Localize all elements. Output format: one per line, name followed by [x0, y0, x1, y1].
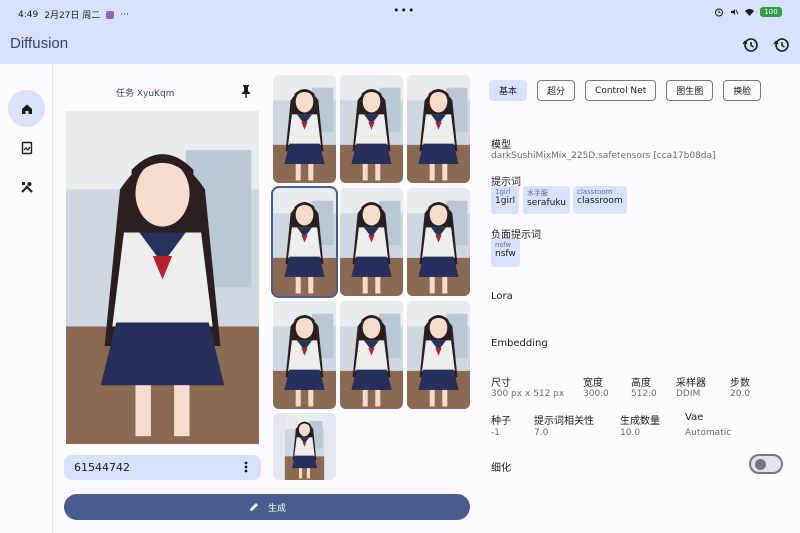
nav-tools[interactable]	[8, 168, 45, 205]
gallery-icon	[21, 141, 32, 154]
wifi-icon	[745, 9, 754, 16]
size-value[interactable]: 300 px x 512 px	[491, 389, 564, 399]
tab-bar: 基本 超分 Control Net 图生图 换脸	[489, 80, 762, 102]
history-alt-icon[interactable]	[770, 34, 792, 56]
thumbnail[interactable]	[273, 301, 336, 409]
refine-toggle[interactable]	[749, 454, 783, 474]
chip-value: serafuku	[527, 198, 566, 208]
vae-label: Vae	[685, 412, 704, 423]
chip-value: 1girl	[495, 196, 516, 206]
tab-upscale[interactable]: 超分	[537, 80, 576, 101]
toggle-knob	[755, 459, 766, 470]
seed-value: 61544742	[74, 461, 130, 474]
thumbnail[interactable]	[340, 188, 403, 296]
history-icon[interactable]	[739, 34, 761, 56]
girl-illustration	[66, 111, 259, 444]
status-time: 4:49	[18, 9, 39, 20]
navigation-rail	[0, 64, 53, 533]
nav-home[interactable]	[8, 90, 45, 127]
window-handle[interactable]: •••	[393, 4, 415, 17]
thumbnail-selected[interactable]	[271, 186, 338, 298]
generate-button[interactable]: 生成	[64, 494, 470, 520]
negative-prompt-chip[interactable]: nsfw nsfw	[491, 239, 520, 267]
app-title: Diffusion	[10, 35, 69, 52]
thumbnail[interactable]	[407, 301, 470, 409]
app-bar: Diffusion	[0, 26, 800, 64]
steps-label: 步数	[730, 378, 750, 389]
lora-label[interactable]: Lora	[491, 291, 513, 302]
thumbnail[interactable]	[407, 75, 470, 183]
seed-box[interactable]: 61544742	[64, 455, 261, 480]
sampler-label: 采样器	[676, 378, 706, 389]
thumbnail[interactable]	[407, 188, 470, 296]
alarm-icon	[715, 8, 723, 17]
height-value[interactable]: 512.0	[631, 389, 657, 399]
preview-image[interactable]	[66, 111, 259, 444]
tab-img2img[interactable]: 图生图	[666, 80, 714, 101]
width-label: 宽度	[583, 378, 603, 389]
height-label: 高度	[631, 378, 651, 389]
pin-icon[interactable]	[240, 84, 252, 98]
battery-icon: 100	[760, 7, 782, 17]
tools-icon	[20, 181, 33, 193]
model-value[interactable]: darkSushiMixMix_225D.safetensors [cca17b…	[491, 151, 716, 161]
embedding-label[interactable]: Embedding	[491, 338, 548, 349]
cfg-value[interactable]: 7.0	[534, 428, 548, 438]
seed-param-value[interactable]: -1	[491, 428, 500, 438]
edit-icon	[249, 503, 258, 511]
sampler-value[interactable]: DDIM	[676, 389, 700, 399]
prompt-chip[interactable]: classroom classroom	[573, 186, 627, 214]
chip-value: nsfw	[495, 249, 516, 259]
more-vert-icon[interactable]	[243, 460, 249, 474]
status-more: ···	[120, 9, 129, 20]
status-date: 2月27日 周二	[44, 11, 101, 21]
home-icon	[21, 104, 32, 114]
mute-icon	[731, 9, 739, 15]
tab-control-net[interactable]: Control Net	[585, 80, 657, 101]
batch-count-label: 生成数量	[620, 416, 660, 427]
tab-face-swap[interactable]: 换脸	[723, 80, 762, 101]
chip-tag: classroom	[577, 188, 613, 196]
refine-label: 细化	[491, 463, 511, 474]
seed-label: 种子	[491, 416, 511, 427]
tab-basic[interactable]: 基本	[489, 80, 528, 101]
chip-tag: nsfw	[495, 241, 512, 249]
task-label: 任务 XyuKqm	[116, 89, 175, 99]
width-value[interactable]: 300.0	[583, 389, 609, 399]
thumbnail[interactable]	[340, 301, 403, 409]
prompt-chip[interactable]: 水手服 serafuku	[523, 186, 570, 214]
chip-tag: 1girl	[495, 188, 511, 196]
chip-tag: 水手服	[527, 189, 548, 197]
status-bar: 4:49 2月27日 周二 ··· ••• 100	[0, 0, 800, 26]
size-label: 尺寸	[491, 378, 511, 389]
nav-gallery[interactable]	[8, 129, 45, 166]
app-notification-icon	[106, 10, 115, 19]
cfg-label: 提示词相关性	[534, 416, 594, 427]
steps-value[interactable]: 20.0	[730, 389, 750, 399]
generate-label: 生成	[267, 503, 286, 514]
thumbnail[interactable]	[273, 75, 336, 183]
thumbnail[interactable]	[273, 413, 336, 480]
model-label: 模型	[491, 140, 511, 151]
prompt-chip[interactable]: 1girl 1girl	[491, 186, 520, 214]
vae-value[interactable]: Automatic	[685, 428, 731, 438]
batch-count-value[interactable]: 10.0	[620, 428, 640, 438]
thumbnail[interactable]	[340, 75, 403, 183]
chip-value: classroom	[577, 196, 623, 206]
